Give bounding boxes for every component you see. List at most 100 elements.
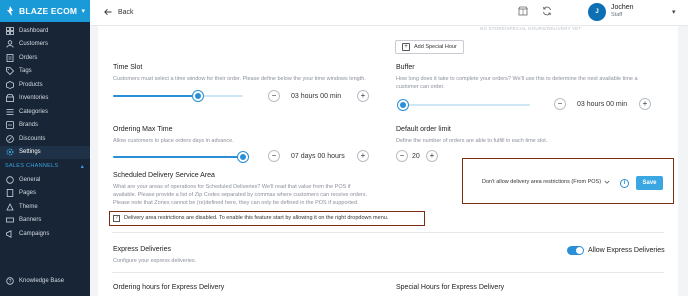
- express-deliveries-toggle[interactable]: [567, 246, 584, 255]
- ordering-hours-express-title: Ordering hours for Express Delivery: [113, 284, 225, 291]
- notice-text: Delivery area restrictions are disabled.…: [124, 215, 389, 221]
- time-slot-slider[interactable]: [113, 91, 243, 101]
- slider-thumb[interactable]: [192, 91, 203, 101]
- sidebar-bottom: ? Knowledge Base: [0, 274, 90, 288]
- user-role: Staff: [611, 12, 623, 19]
- sidebar-item-orders[interactable]: Orders: [0, 51, 90, 65]
- brand-bar[interactable]: BLAZE ECOM ▾: [0, 0, 90, 22]
- sidebar-item-label: Discounts: [19, 135, 46, 142]
- ordering-max-time-increment-button[interactable]: +: [357, 150, 369, 162]
- svg-text:?: ?: [9, 279, 12, 285]
- section-divider: [112, 272, 664, 273]
- toggle-knob: [576, 247, 583, 254]
- back-label: Back: [118, 8, 134, 16]
- products-icon: [6, 80, 14, 89]
- tag-icon: [6, 67, 14, 76]
- sidebar-item-general[interactable]: General: [0, 173, 90, 187]
- sidebar-item-discounts[interactable]: Discounts: [0, 132, 90, 146]
- slider-track: [400, 104, 530, 106]
- general-icon: [6, 176, 14, 184]
- add-special-hour-label: Add Special Hour: [414, 44, 457, 50]
- delivery-restriction-select[interactable]: Don't allow delivery area restrictions (…: [482, 179, 610, 185]
- ordering-max-time-decrement-button[interactable]: −: [268, 150, 280, 162]
- customers-icon: [6, 40, 14, 48]
- sidebar-item-label: Products: [19, 81, 43, 88]
- sidebar-item-label: General: [19, 176, 41, 183]
- sidebar-item-campaigns[interactable]: Campaigns: [0, 227, 90, 241]
- time-slot-increment-button[interactable]: +: [357, 90, 369, 102]
- store-icon[interactable]: [518, 6, 528, 16]
- add-special-hour-button[interactable]: + Add Special Hour: [395, 40, 464, 54]
- sidebar-item-settings[interactable]: Settings: [0, 145, 90, 159]
- brands-icon: [6, 121, 14, 130]
- sidebar-item-pages[interactable]: Pages: [0, 187, 90, 201]
- time-slot-value: 03 hours 00 min: [291, 93, 342, 100]
- slider-fill: [113, 95, 198, 97]
- scheduled-delivery-desc-line-1: What are your areas of operations for Sc…: [113, 184, 351, 190]
- sidebar-item-tags[interactable]: Tags: [0, 65, 90, 79]
- special-hours-express-title: Special Hours for Express Delivery: [396, 284, 505, 291]
- order-limit-value: 20: [412, 153, 420, 160]
- sidebar-item-knowledge-base[interactable]: ? Knowledge Base: [0, 274, 90, 288]
- express-deliveries-desc: Configure your express deliveries.: [113, 258, 197, 264]
- scheduled-delivery-title: Scheduled Delivery Service Area: [113, 172, 215, 179]
- plus-icon: +: [402, 43, 410, 51]
- user-info[interactable]: Jochen Staff: [611, 4, 634, 18]
- back-button[interactable]: Back: [104, 8, 134, 16]
- brand-name: BLAZE ECOM: [19, 6, 78, 16]
- time-slot-decrement-button[interactable]: −: [268, 90, 280, 102]
- express-deliveries-title: Express Deliveries: [113, 246, 171, 253]
- sidebar-item-customers[interactable]: Customers: [0, 38, 90, 52]
- faded-note: NO STORE/SPECIAL HOURS/DELIVERY YET: [480, 26, 582, 31]
- dashboard-icon: [6, 26, 14, 35]
- discounts-icon: [6, 134, 14, 143]
- order-limit-increment-button[interactable]: +: [426, 150, 438, 162]
- chevron-down-icon[interactable]: ▾: [672, 8, 676, 16]
- sales-channels-header[interactable]: SALES CHANNELS ▴: [0, 159, 90, 173]
- buffer-increment-button[interactable]: +: [639, 98, 651, 110]
- sidebar-item-banners[interactable]: Banners: [0, 214, 90, 228]
- sidebar-item-label: Categories: [19, 108, 49, 115]
- sync-icon[interactable]: [542, 6, 552, 16]
- sidebar-item-theme[interactable]: Theme: [0, 200, 90, 214]
- time-slot-desc: Customers must select a time window for …: [113, 76, 366, 82]
- sidebar-item-label: Pages: [19, 190, 37, 197]
- buffer-decrement-button[interactable]: −: [554, 98, 566, 110]
- section-label: SALES CHANNELS: [5, 163, 59, 169]
- info-icon[interactable]: i: [620, 179, 629, 188]
- section-divider: [112, 232, 664, 233]
- topbar-icons: [518, 6, 552, 16]
- sales-channels-nav: General Pages Theme Banners Campaigns: [0, 173, 90, 241]
- buffer-value: 03 hours 00 min: [577, 101, 628, 108]
- ordering-max-time-value: 07 days 00 hours: [291, 153, 345, 160]
- delivery-restriction-notice: ? Delivery area restrictions are disable…: [109, 211, 425, 226]
- sidebar-item-products[interactable]: Products: [0, 78, 90, 92]
- sidebar-item-label: Settings: [19, 149, 41, 156]
- sidebar-nav: Dashboard Customers Orders Tags Products…: [0, 24, 90, 159]
- ordering-max-time-slider[interactable]: [113, 152, 248, 162]
- sidebar: BLAZE ECOM ▾ Dashboard Customers Orders …: [0, 0, 90, 296]
- select-value: Don't allow delivery area restrictions (…: [482, 179, 602, 185]
- order-limit-decrement-button[interactable]: −: [396, 150, 408, 162]
- sidebar-item-label: Customers: [19, 41, 49, 48]
- scheduled-delivery-desc-line-2: available. Please provide a list of Zip …: [113, 192, 368, 198]
- slider-thumb[interactable]: [397, 100, 408, 110]
- knowledge-base-icon: ?: [6, 277, 14, 285]
- save-button[interactable]: Save: [636, 176, 663, 190]
- gear-icon: [6, 148, 14, 156]
- avatar[interactable]: J: [588, 3, 606, 21]
- chevron-down-icon: ▾: [81, 8, 85, 15]
- sidebar-item-categories[interactable]: Categories: [0, 105, 90, 119]
- campaigns-icon: [6, 229, 14, 238]
- blaze-logo-icon: [7, 6, 13, 16]
- slider-fill: [113, 156, 243, 158]
- sidebar-item-inventories[interactable]: Inventories: [0, 92, 90, 106]
- inventories-icon: [6, 94, 14, 103]
- banners-icon: [6, 216, 14, 224]
- buffer-slider[interactable]: [397, 100, 530, 110]
- orders-icon: [6, 53, 14, 62]
- slider-thumb[interactable]: [238, 152, 248, 162]
- sidebar-item-label: Banners: [19, 217, 42, 224]
- sidebar-item-dashboard[interactable]: Dashboard: [0, 24, 90, 38]
- sidebar-item-brands[interactable]: Brands: [0, 119, 90, 133]
